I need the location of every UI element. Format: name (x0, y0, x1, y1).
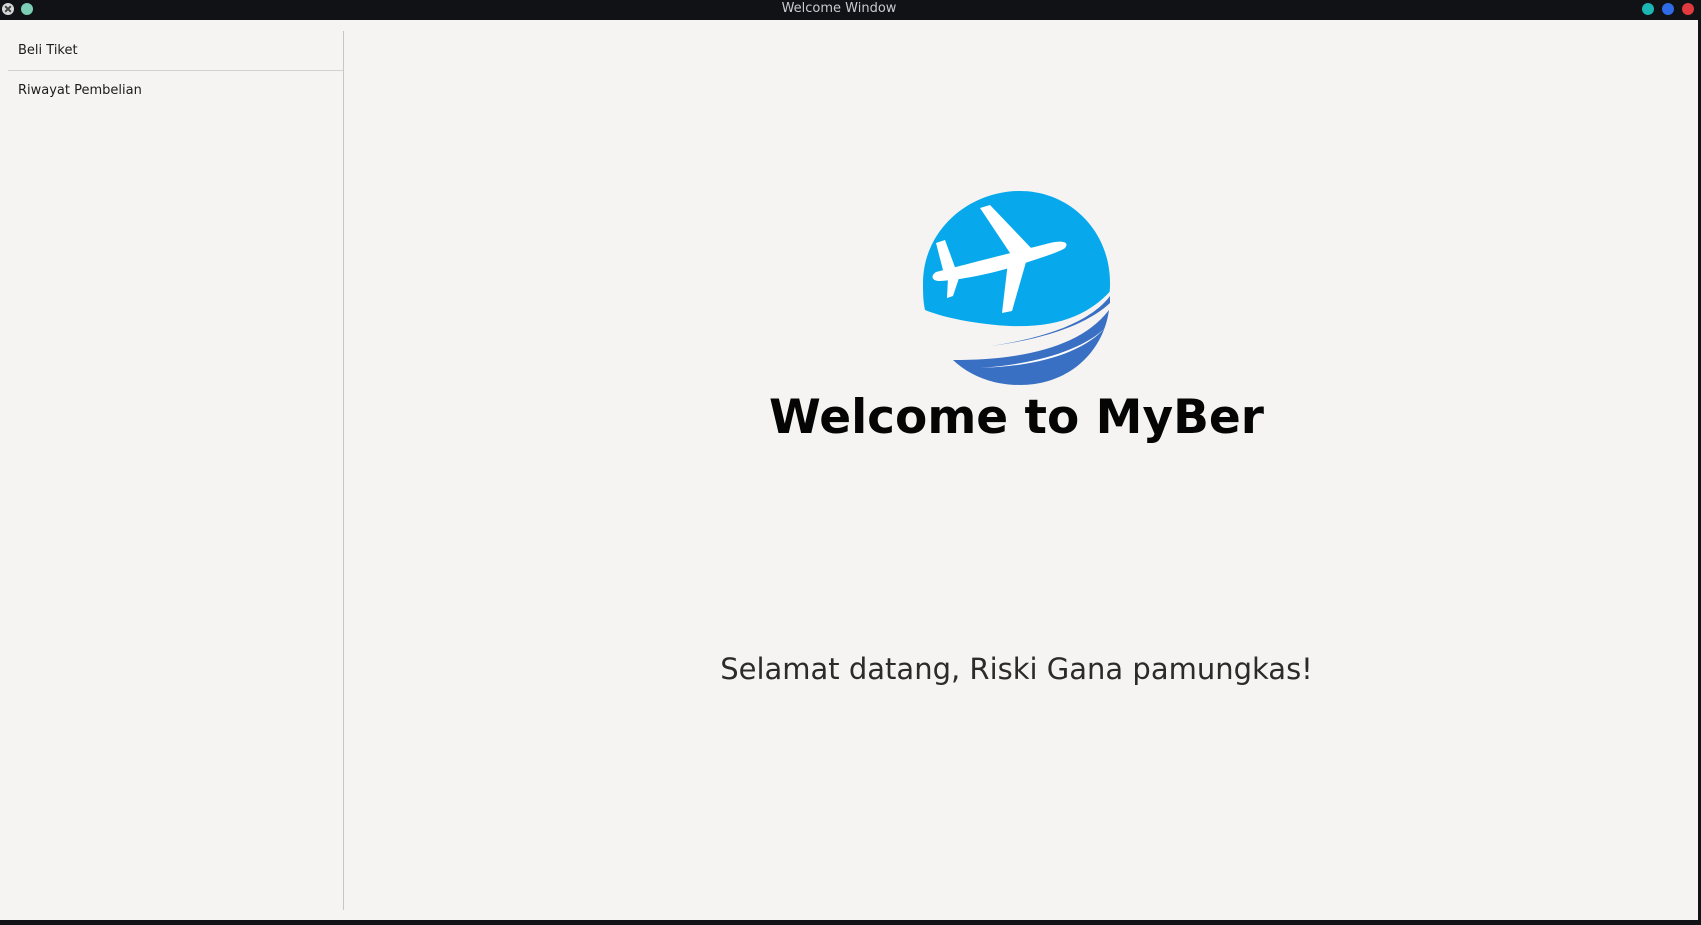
application-window: Welcome Window Beli Tiket Riwayat Pembel… (0, 0, 1701, 925)
sidebar: Beli Tiket Riwayat Pembelian (8, 31, 344, 910)
sidebar-item-label: Riwayat Pembelian (18, 83, 142, 98)
window-title: Welcome Window (781, 1, 897, 16)
main-content: Welcome to MyBer Selamat datang, Riski G… (344, 20, 1698, 920)
sidebar-item-beli-tiket[interactable]: Beli Tiket (8, 31, 343, 71)
minimize-button[interactable] (1642, 3, 1654, 15)
greeting-text: Selamat datang, Riski Gana pamungkas! (720, 652, 1313, 686)
maximize-button[interactable] (1662, 3, 1674, 15)
welcome-title: Welcome to MyBer (769, 390, 1264, 445)
window-border (0, 920, 1701, 925)
close-button[interactable] (1682, 3, 1694, 15)
airplane-globe-logo-icon (923, 191, 1110, 385)
sidebar-item-riwayat-pembelian[interactable]: Riwayat Pembelian (8, 71, 343, 110)
sidebar-item-label: Beli Tiket (18, 43, 78, 58)
title-bar[interactable]: Welcome Window (0, 0, 1701, 20)
